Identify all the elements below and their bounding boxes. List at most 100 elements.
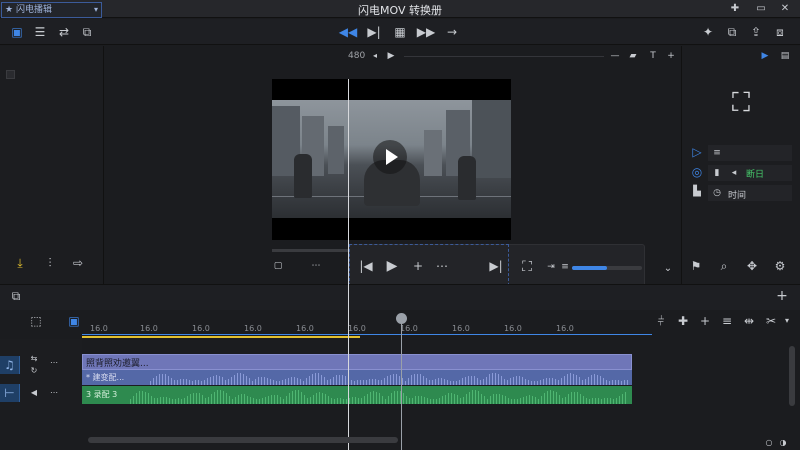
- arrow-in-icon[interactable]: ⇥: [545, 261, 557, 273]
- clip-icon[interactable]: ⧉: [77, 23, 97, 41]
- play-button[interactable]: [373, 140, 407, 174]
- ruler-tick: 16.0: [140, 324, 158, 333]
- waveform-bar: [165, 374, 166, 385]
- grid-icon[interactable]: ▦: [390, 23, 410, 41]
- export-icon[interactable]: ⇪: [746, 23, 766, 41]
- add-track-icon[interactable]: +: [774, 288, 790, 304]
- list-icon[interactable]: ≡: [559, 261, 571, 273]
- float-crop-icon[interactable]: ⛶: [518, 258, 536, 276]
- waveform-bar: [436, 399, 437, 404]
- dots-icon[interactable]: ⋯: [310, 260, 322, 272]
- import-icon[interactable]: ⤓: [10, 254, 30, 272]
- window-title: 闪电MOV 转换册: [358, 4, 442, 17]
- waveform-bar: [492, 373, 493, 385]
- list-tool-icon[interactable]: ≡: [720, 314, 734, 328]
- text-icon[interactable]: T: [646, 50, 660, 62]
- track-lock-icon[interactable]: ⇆: [28, 354, 40, 364]
- waveform-bar: [469, 392, 470, 404]
- bookmark-icon[interactable]: ▙: [690, 185, 704, 199]
- waveform-bar: [178, 398, 179, 404]
- flag-icon[interactable]: ⚑: [688, 258, 704, 274]
- media-thumbnail[interactable]: [6, 70, 15, 79]
- waveform-bar: [204, 380, 205, 385]
- waveform-bar: [577, 392, 578, 404]
- skip-forward-icon[interactable]: ▶|: [488, 258, 504, 274]
- transform-icon[interactable]: ✥: [744, 258, 760, 274]
- play-outline-icon[interactable]: ▷: [690, 145, 704, 159]
- waveform-bar: [372, 379, 373, 385]
- effects-icon[interactable]: ✦: [698, 23, 718, 41]
- video-track-icon[interactable]: ♫: [0, 356, 20, 374]
- audio-mute-icon[interactable]: ◀: [28, 388, 40, 398]
- plus-icon[interactable]: +: [664, 50, 678, 62]
- waveform-bar: [621, 381, 622, 385]
- collection-dropdown-label: 闪电播辑: [15, 5, 52, 15]
- playhead-line[interactable]: [348, 79, 349, 450]
- tools-chevron-icon[interactable]: ▾: [782, 314, 792, 328]
- target-icon[interactable]: ◎: [690, 165, 704, 179]
- pin-icon[interactable]: ✚: [728, 2, 742, 16]
- waveform-bar: [501, 376, 502, 385]
- waveform-bar: [330, 379, 331, 385]
- audio-track-icon[interactable]: ⊢: [0, 384, 20, 402]
- rewind-icon[interactable]: ◀◀: [338, 23, 358, 41]
- forward-icon[interactable]: ⇨: [68, 254, 88, 272]
- waveform-bar: [270, 379, 271, 385]
- inspector-play-icon[interactable]: ▶: [758, 50, 772, 62]
- video-clip[interactable]: [82, 354, 632, 370]
- ripple-icon[interactable]: ⇹: [742, 314, 756, 328]
- zoom-icon[interactable]: ⌕: [716, 258, 732, 274]
- close-icon[interactable]: ✕: [778, 2, 792, 16]
- waveform-bar: [433, 399, 434, 404]
- arrow-right-icon[interactable]: →: [442, 23, 462, 41]
- track-more-icon[interactable]: ⋯: [48, 358, 60, 368]
- work-area-bar[interactable]: [82, 336, 360, 338]
- split-icon[interactable]: ⫶: [40, 254, 60, 272]
- media-library-icon[interactable]: ▣: [7, 23, 27, 41]
- fast-forward-icon[interactable]: ▶▶: [416, 23, 436, 41]
- transition-icon[interactable]: ⇄: [54, 23, 74, 41]
- waveform-bar: [249, 378, 250, 385]
- waveform-bar: [259, 399, 260, 404]
- snap-icon[interactable]: ⫩: [654, 314, 668, 328]
- preview-scrubber[interactable]: [404, 56, 604, 57]
- inspector-doc-icon[interactable]: ▤: [778, 50, 792, 62]
- minus-icon[interactable]: —: [608, 50, 622, 62]
- select-tool-icon[interactable]: ⬚: [28, 313, 44, 329]
- stop-icon[interactable]: ▢: [272, 260, 284, 272]
- chevron-down-double-icon[interactable]: ⌄: [662, 262, 674, 276]
- zoom-out-icon[interactable]: ○: [764, 438, 774, 448]
- audio-more-icon[interactable]: ⋯: [48, 388, 60, 398]
- waveform-bar: [193, 393, 194, 404]
- blade-icon[interactable]: ✂: [764, 314, 778, 328]
- more-icon[interactable]: ⋯: [434, 258, 450, 274]
- crop-icon[interactable]: ⛶: [722, 84, 760, 122]
- layout-icon[interactable]: ☰: [30, 23, 50, 41]
- waveform-bar: [414, 374, 415, 385]
- secondary-playhead-line[interactable]: [401, 318, 402, 450]
- preview-play-icon[interactable]: ▶: [386, 50, 396, 62]
- next-frame-icon[interactable]: ▶|: [364, 23, 384, 41]
- settings-icon[interactable]: ⚙: [772, 258, 788, 274]
- trim-tool-icon[interactable]: ▣: [66, 313, 82, 329]
- marker-icon[interactable]: +: [698, 314, 712, 328]
- restore-icon[interactable]: ▭: [754, 2, 768, 16]
- skip-back-icon[interactable]: |◀: [358, 258, 374, 274]
- add-icon[interactable]: +: [410, 258, 426, 274]
- waveform-bar: [265, 397, 266, 404]
- waveform-bar: [310, 397, 311, 404]
- folder-icon[interactable]: ▰: [626, 50, 640, 62]
- track-loop-icon[interactable]: ↻: [28, 366, 40, 376]
- collection-dropdown[interactable]: ★ 闪电播辑 ▾: [1, 2, 102, 18]
- timeline-horizontal-scrollbar[interactable]: [88, 437, 398, 443]
- window-icon[interactable]: ⧈: [770, 23, 790, 41]
- copy-icon[interactable]: ⧉: [722, 23, 742, 41]
- timeline-layout-icon[interactable]: ⧉: [8, 288, 24, 304]
- float-play-icon[interactable]: ▶: [384, 258, 400, 274]
- resolution-dropdown-icon[interactable]: ◂: [370, 50, 380, 62]
- split-tool-icon[interactable]: ✚: [676, 314, 690, 328]
- zoom-in-icon[interactable]: ◑: [778, 438, 788, 448]
- timeline-vertical-scrollbar[interactable]: [789, 346, 795, 406]
- playhead-knob[interactable]: [396, 313, 407, 324]
- waveform-bar: [139, 391, 140, 404]
